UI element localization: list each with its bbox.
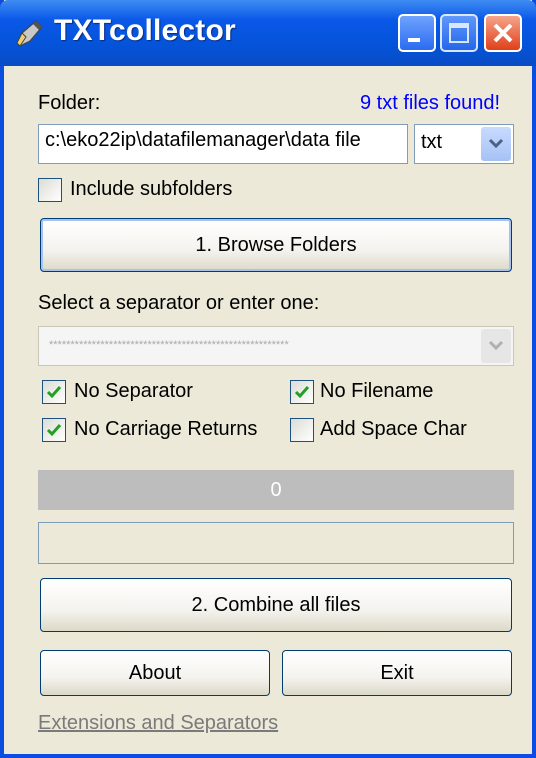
no-filename-label: No Filename <box>320 380 434 402</box>
close-icon <box>493 23 513 43</box>
include-subfolders-label: Include subfolders <box>70 178 233 200</box>
no-carriage-returns-label: No Carriage Returns <box>74 418 258 440</box>
add-space-char-label: Add Space Char <box>320 418 467 440</box>
no-filename-checkbox[interactable] <box>290 380 314 404</box>
about-button[interactable]: About <box>40 650 270 696</box>
folder-label: Folder: <box>38 92 101 114</box>
maximize-icon <box>449 23 469 43</box>
status-box <box>38 522 514 564</box>
close-button[interactable] <box>484 14 522 52</box>
files-found-status: 9 txt files found! <box>360 92 501 114</box>
window-title: TXTcollector <box>54 14 236 47</box>
extension-select[interactable]: txt <box>414 124 514 164</box>
exit-button[interactable]: Exit <box>282 650 512 696</box>
progress-value: 0 <box>270 479 282 501</box>
no-carriage-returns-checkbox[interactable] <box>42 418 66 442</box>
minimize-button[interactable] <box>398 14 436 52</box>
extensions-separators-link[interactable]: Extensions and Separators <box>38 712 278 735</box>
checkmark-icon <box>294 386 310 399</box>
separator-dropdown-button[interactable] <box>481 329 511 363</box>
app-window: TXTcollector Folder: 9 txt files found! … <box>0 0 536 758</box>
combine-files-button[interactable]: 2. Combine all files <box>40 578 512 632</box>
chevron-down-icon <box>488 138 504 149</box>
maximize-button[interactable] <box>440 14 478 52</box>
chevron-down-icon <box>488 340 504 351</box>
separator-value: ****************************************… <box>49 339 289 351</box>
extension-dropdown-button[interactable] <box>481 127 511 161</box>
separator-label: Select a separator or enter one: <box>38 292 320 314</box>
title-bar[interactable]: TXTcollector <box>0 0 536 66</box>
checkmark-icon <box>46 424 62 437</box>
extension-value: txt <box>421 131 443 153</box>
minimize-icon <box>408 38 420 42</box>
include-subfolders-checkbox[interactable] <box>38 178 62 202</box>
folder-path-input[interactable]: c:\eko22ip\datafilemanager\data file <box>38 124 408 164</box>
folder-path-value: c:\eko22ip\datafilemanager\data file <box>45 129 361 151</box>
no-separator-label: No Separator <box>74 380 193 402</box>
add-space-char-checkbox[interactable] <box>290 418 314 442</box>
checkmark-icon <box>46 386 62 399</box>
pen-icon <box>16 20 43 47</box>
separator-select[interactable]: ****************************************… <box>38 326 514 366</box>
browse-folders-button[interactable]: 1. Browse Folders <box>40 218 512 272</box>
no-separator-checkbox[interactable] <box>42 380 66 404</box>
progress-bar: 0 <box>38 470 514 510</box>
